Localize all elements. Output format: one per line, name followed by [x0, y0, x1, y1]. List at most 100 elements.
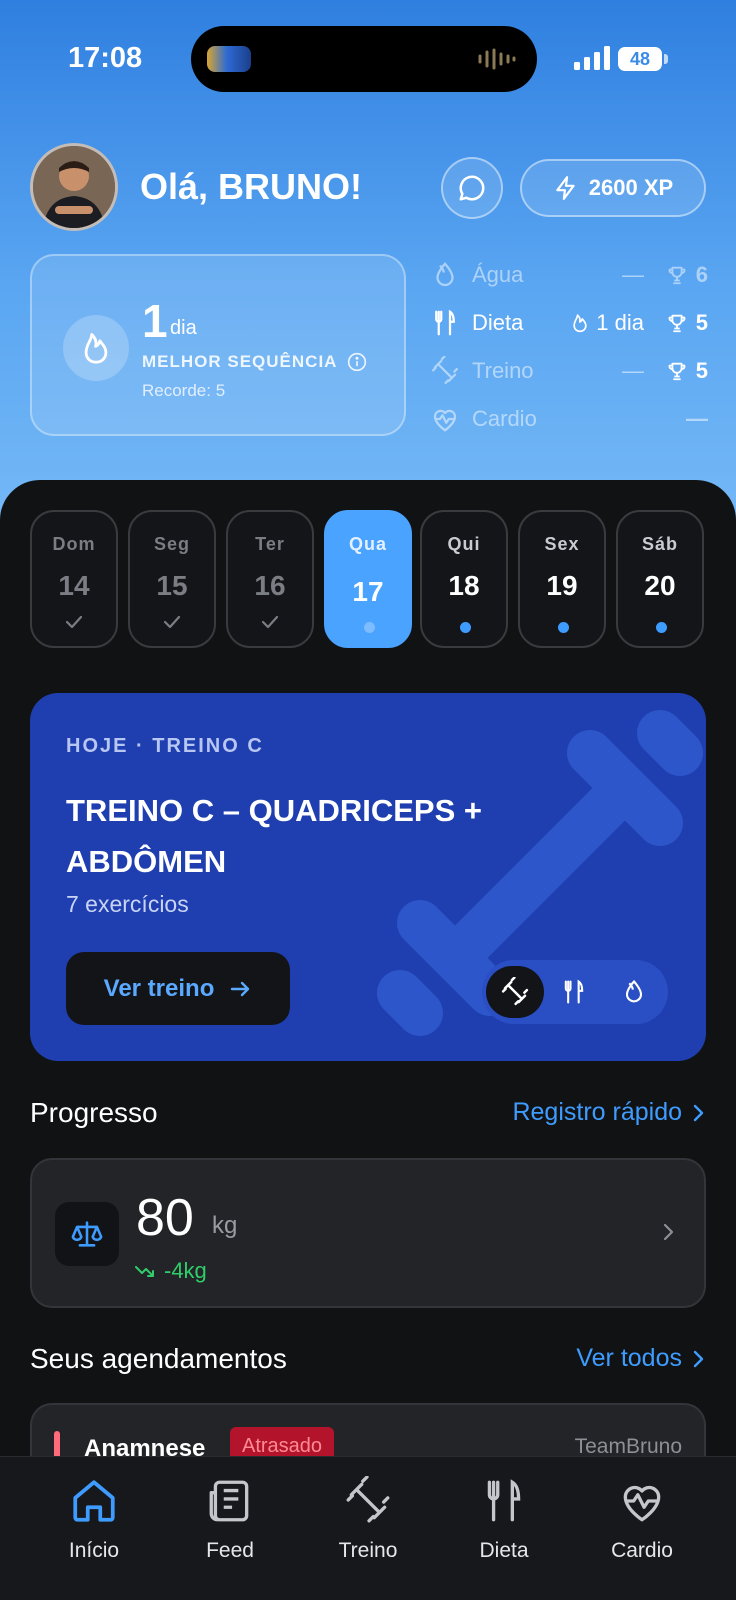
- battery-indicator: 48: [618, 47, 662, 71]
- day-qua[interactable]: Qua 17: [324, 510, 412, 648]
- weight-delta: -4kg: [134, 1258, 207, 1284]
- cell-signal-icon: [574, 46, 610, 70]
- progress-section-title: Progresso: [30, 1097, 158, 1128]
- toggle-water[interactable]: [606, 966, 662, 1018]
- view-all-label: Ver todos: [576, 1344, 682, 1372]
- now-playing-thumbnail: [207, 46, 251, 72]
- day-number: 18: [448, 570, 480, 601]
- check-icon: [65, 615, 83, 629]
- chat-button[interactable]: [441, 157, 503, 219]
- arrow-right-icon: [231, 981, 250, 996]
- habit-row-dieta[interactable]: Dieta 1 dia 5: [430, 304, 708, 340]
- habit-streak-text: 1 dia: [596, 310, 644, 335]
- tab-treino[interactable]: Treino: [308, 1473, 428, 1563]
- weight-progress-card[interactable]: 80 kg -4kg: [30, 1158, 706, 1308]
- weight-unit: kg: [212, 1212, 238, 1239]
- day-sab[interactable]: Sáb 20: [616, 510, 704, 648]
- day-number: 19: [546, 570, 578, 601]
- toggle-workout[interactable]: [486, 966, 544, 1018]
- dumbbell-icon: [432, 356, 458, 384]
- workout-exercise-count: 7 exercícios: [66, 891, 189, 917]
- tab-inicio[interactable]: Início: [34, 1473, 154, 1563]
- day-ter[interactable]: Ter 16: [226, 510, 314, 648]
- habit-trophy-count: 5: [695, 310, 708, 335]
- appointment-card[interactable]: Anamnese Atrasado TeamBruno: [30, 1403, 706, 1463]
- day-dom[interactable]: Dom 14: [30, 510, 118, 648]
- fork-knife-icon: [564, 979, 584, 1004]
- day-seg[interactable]: Seg 15: [128, 510, 216, 648]
- day-name: Sex: [544, 534, 580, 554]
- avatar[interactable]: [30, 143, 118, 231]
- streak-label-text: MELHOR SEQUÊNCIA: [142, 352, 338, 371]
- habit-streak: —: [622, 358, 644, 383]
- weight-delta-value: -4kg: [164, 1258, 207, 1283]
- tab-label: Dieta: [479, 1539, 529, 1562]
- scale-icon: [71, 1221, 103, 1247]
- tab-dieta[interactable]: Dieta: [444, 1473, 564, 1563]
- streak-record: Recorde: 5: [142, 381, 226, 400]
- bottom-tab-bar: Início Feed Treino Dieta Cardio: [0, 1456, 736, 1600]
- chevron-right-icon: [663, 1223, 674, 1241]
- tab-label: Cardio: [611, 1539, 673, 1562]
- habit-name: Dieta: [472, 310, 524, 335]
- home-icon: [73, 1480, 115, 1522]
- day-name: Qui: [447, 534, 481, 554]
- trophy-icon: [668, 362, 686, 381]
- day-name: Sáb: [641, 534, 678, 554]
- newspaper-icon: [209, 1480, 249, 1522]
- flame-icon: [84, 333, 108, 364]
- greeting-title: Olá, BRUNO!: [140, 166, 363, 207]
- audio-wave-icon: [478, 48, 516, 70]
- habit-trophies: 5: [666, 310, 708, 336]
- day-sex[interactable]: Sex 19: [518, 510, 606, 648]
- habit-streak: —: [622, 262, 644, 287]
- dynamic-island: [191, 26, 537, 92]
- habit-row-treino[interactable]: Treino — 5: [430, 352, 708, 388]
- habit-row-agua[interactable]: Água — 6: [430, 256, 708, 292]
- habit-trophies: 6: [666, 262, 708, 288]
- today-workout-card[interactable]: HOJE · TREINO C TREINO C – QUADRICEPS + …: [30, 693, 706, 1061]
- view-workout-button[interactable]: Ver treino: [66, 952, 290, 1025]
- day-indicator-dot: [558, 622, 569, 633]
- habit-row-cardio[interactable]: Cardio —: [430, 400, 708, 436]
- water-drop-icon: [625, 979, 643, 1003]
- habit-trophy-count: 5: [695, 358, 708, 383]
- activity-toggle[interactable]: [482, 960, 668, 1024]
- flame-icon: [573, 314, 587, 333]
- lightning-icon: [556, 176, 575, 200]
- day-indicator-dot: [656, 622, 667, 633]
- trend-down-icon: [135, 1266, 154, 1277]
- heart-pulse-icon: [623, 1485, 661, 1522]
- water-drop-icon: [436, 262, 454, 287]
- scale-badge: [55, 1202, 119, 1266]
- day-number: 15: [156, 570, 188, 601]
- habit-streak: 1 dia: [570, 310, 644, 336]
- habit-name: Treino: [472, 358, 534, 383]
- day-indicator-dot: [460, 622, 471, 633]
- habit-name: Água: [472, 262, 524, 287]
- weight-value: 80: [136, 1189, 194, 1247]
- info-icon[interactable]: [347, 352, 367, 372]
- day-number: 16: [254, 570, 286, 601]
- tab-label: Treino: [338, 1539, 398, 1562]
- day-name: Qua: [348, 534, 387, 554]
- streak-card[interactable]: 1 dia MELHOR SEQUÊNCIA Recorde: 5: [30, 254, 406, 436]
- day-name: Seg: [153, 534, 190, 554]
- quick-log-link[interactable]: Registro rápido: [512, 1098, 706, 1127]
- tab-feed[interactable]: Feed: [170, 1473, 290, 1563]
- check-icon: [261, 615, 279, 629]
- dumbbell-icon: [346, 1476, 390, 1523]
- dumbbell-icon: [501, 977, 529, 1006]
- day-qui[interactable]: Qui 18: [420, 510, 508, 648]
- fork-knife-icon: [435, 309, 455, 336]
- battery-nub: [664, 54, 668, 64]
- xp-button[interactable]: 2600 XP: [520, 159, 706, 217]
- day-indicator-dot: [364, 622, 375, 633]
- day-number: 17: [352, 576, 384, 607]
- tab-label: Feed: [206, 1539, 254, 1562]
- toggle-diet[interactable]: [546, 966, 602, 1018]
- habit-name: Cardio: [472, 406, 537, 431]
- view-all-link[interactable]: Ver todos: [576, 1344, 706, 1373]
- tab-cardio[interactable]: Cardio: [582, 1473, 702, 1563]
- trophy-icon: [668, 266, 686, 285]
